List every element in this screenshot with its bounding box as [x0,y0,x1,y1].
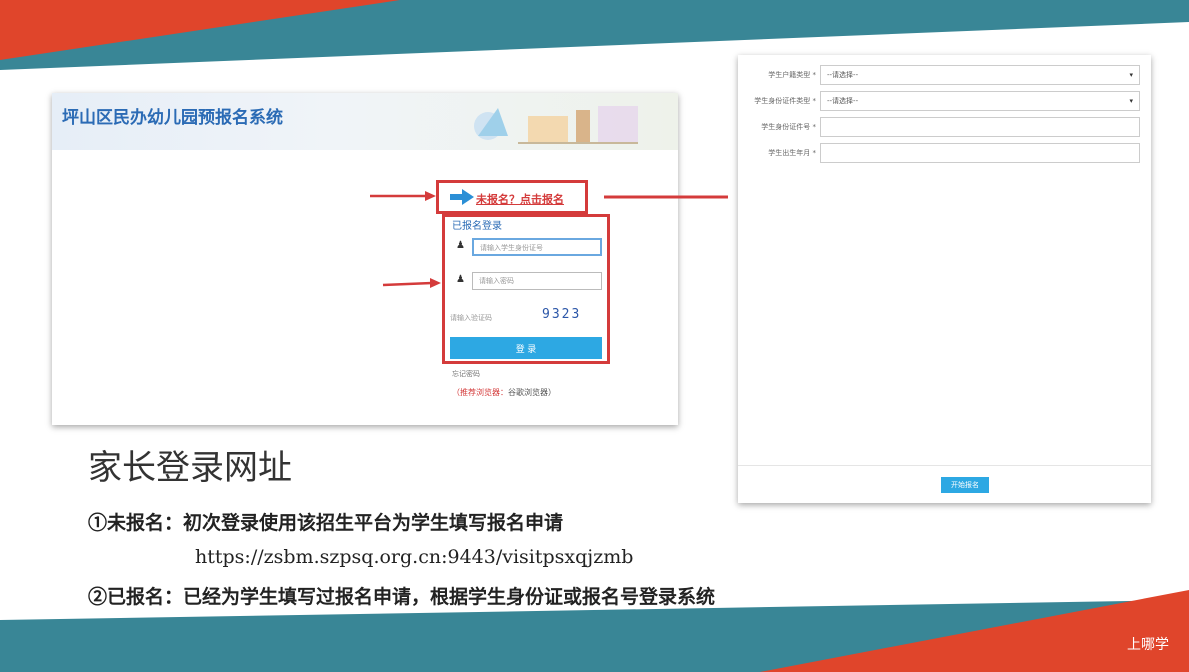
slide-item-registered: ②已报名：已经为学生填写过报名申请，根据学生身份证或报名号登录系统 [88,586,716,608]
household-type-label: 学生户籍类型 * [768,71,816,79]
registration-form-screenshot: 学生户籍类型 * --请选择-- ▾ 学生身份证件类型 * --请选择-- ▾ … [738,55,1151,503]
id-number-label: 学生身份证件号 * [761,123,816,131]
lock-icon: ♟ [456,274,465,285]
login-url[interactable]: https://zsbm.szpsq.org.cn:9443/visitpsxq… [195,546,633,568]
id-type-select[interactable]: --请选择-- ▾ [820,91,1140,111]
login-button[interactable]: 登 录 [450,337,602,359]
captcha-image[interactable]: 9323 [542,307,581,322]
slide-item-not-registered: ①未报名：初次登录使用该招生平台为学生填写报名申请 [88,512,564,534]
slide-heading: 家长登录网址 [88,448,292,488]
login-title: 已报名登录 [452,221,502,232]
household-type-select[interactable]: --请选择-- ▾ [820,65,1140,85]
id-type-value: --请选择-- [827,97,859,105]
watermark-logo: 上哪学 [1127,637,1169,653]
password-input[interactable]: 请输入密码 [472,272,602,290]
form-divider [738,465,1151,466]
id-type-label: 学生身份证件类型 * [754,97,816,105]
browser-hint-rest: 谷歌浏览器） [508,388,556,397]
arrow-right-icon [450,189,474,205]
chevron-down-icon: ▾ [1129,97,1133,105]
browser-hint: （推荐浏览器：谷歌浏览器） [452,387,556,398]
birth-date-label: 学生出生年月 * [768,149,816,157]
start-registration-button[interactable]: 开始报名 [941,477,989,493]
forgot-password-link[interactable]: 忘记密码 [452,369,480,379]
id-number-field[interactable] [820,117,1140,137]
chevron-down-icon: ▾ [1129,71,1133,79]
captcha-input[interactable]: 请输入验证码 [450,309,530,327]
register-link[interactable]: 未报名？点击报名 [476,191,564,207]
household-type-value: --请选择-- [827,71,859,79]
browser-hint-recommended: （推荐浏览器： [452,388,508,397]
id-number-input[interactable]: 请输入学生身份证号 [472,238,602,256]
login-page-content: 未报名？点击报名 已报名登录 ♟ 请输入学生身份证号 ♟ 请输入密码 请输入验证… [52,93,678,425]
birth-date-field[interactable] [820,143,1140,163]
user-icon: ♟ [456,240,465,251]
